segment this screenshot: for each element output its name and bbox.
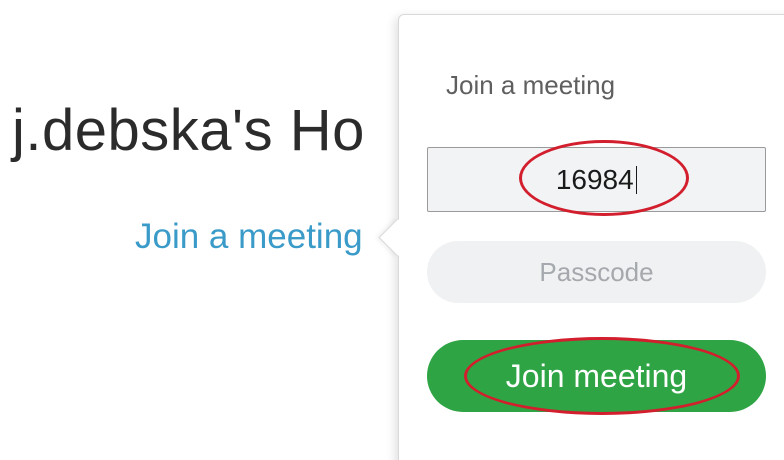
meeting-number-value: 16984 [555, 163, 634, 195]
meeting-number-input[interactable]: 16984 [427, 147, 766, 212]
passcode-input[interactable]: Passcode [427, 241, 766, 303]
room-title: j.debska's Ho [12, 98, 365, 163]
join-meeting-button[interactable]: Join meeting [427, 340, 766, 412]
join-meeting-button-label: Join meeting [505, 357, 688, 394]
page: j.debska's Ho Join a meeting Join a meet… [0, 0, 784, 460]
join-meeting-link[interactable]: Join a meeting [135, 219, 363, 254]
passcode-placeholder: Passcode [539, 256, 654, 287]
popover-heading: Join a meeting [446, 70, 616, 100]
popover-arrow-mask [399, 216, 415, 258]
text-cursor [635, 165, 638, 194]
